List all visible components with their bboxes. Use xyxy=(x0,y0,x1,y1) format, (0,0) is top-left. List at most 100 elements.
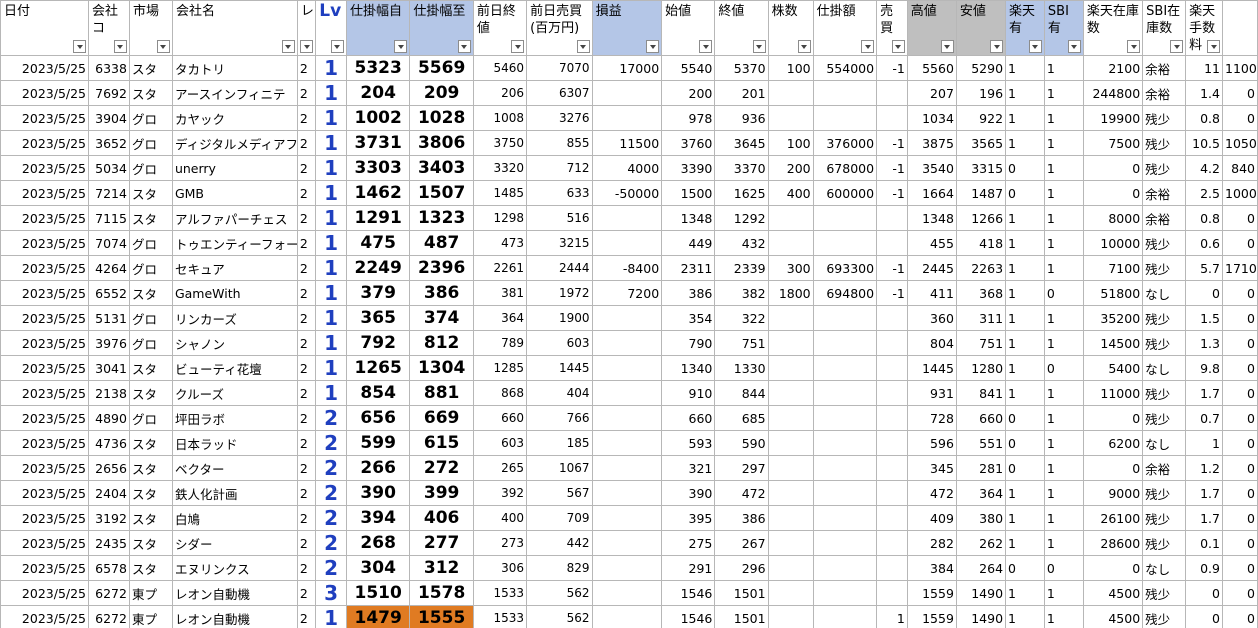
table-cell[interactable]: クルーズ xyxy=(171,380,298,406)
table-cell[interactable] xyxy=(876,230,908,256)
table-cell[interactable]: 残少 xyxy=(1142,230,1187,256)
table-cell[interactable]: 3192 xyxy=(88,505,130,531)
table-cell[interactable]: 206 xyxy=(472,80,528,106)
column-header[interactable]: 損益 xyxy=(591,0,663,56)
table-cell[interactable]: シダー xyxy=(171,530,298,556)
table-cell[interactable] xyxy=(876,330,908,356)
table-cell[interactable] xyxy=(767,555,814,581)
table-cell[interactable]: 2023/5/25 xyxy=(0,105,90,131)
table-cell[interactable]: 6272 xyxy=(88,605,130,628)
table-cell[interactable]: 277 xyxy=(409,530,474,556)
table-cell[interactable]: 1 xyxy=(315,155,347,181)
table-cell[interactable]: 3904 xyxy=(88,105,130,131)
column-header[interactable]: 仕掛幅至 xyxy=(409,0,474,56)
column-header[interactable]: 前日売買(百万円) xyxy=(526,0,593,56)
table-cell[interactable]: 264 xyxy=(955,555,1007,581)
table-cell[interactable]: -1 xyxy=(876,155,908,181)
table-cell[interactable]: 922 xyxy=(955,105,1007,131)
table-cell[interactable]: 1 xyxy=(315,380,347,406)
table-cell[interactable]: トゥエンティーフォー xyxy=(171,230,298,256)
table-cell[interactable]: 0 xyxy=(1185,605,1223,628)
table-cell[interactable]: 7500 xyxy=(1082,130,1144,156)
table-cell[interactable]: スタ xyxy=(128,205,173,231)
table-cell[interactable] xyxy=(767,605,814,628)
table-cell[interactable]: 2023/5/25 xyxy=(0,55,90,81)
table-cell[interactable]: 1291 xyxy=(345,205,411,231)
table-cell[interactable]: 5323 xyxy=(345,55,411,81)
table-cell[interactable]: 2023/5/25 xyxy=(0,580,90,606)
table-cell[interactable]: 残少 xyxy=(1142,155,1187,181)
table-cell[interactable]: 2 xyxy=(296,130,317,156)
column-header[interactable]: 楽天在庫数 xyxy=(1082,0,1144,56)
table-cell[interactable]: 1 xyxy=(1043,405,1084,431)
filter-dropdown-icon[interactable] xyxy=(861,40,875,53)
table-cell[interactable]: 5131 xyxy=(88,305,130,331)
column-header[interactable]: 始値 xyxy=(661,0,716,56)
table-cell[interactable]: 1900 xyxy=(526,305,593,331)
table-cell[interactable]: 207 xyxy=(906,80,957,106)
filter-dropdown-icon[interactable] xyxy=(330,40,344,53)
table-cell[interactable]: 7070 xyxy=(526,55,593,81)
table-cell[interactable]: 0 xyxy=(1005,430,1045,456)
table-cell[interactable]: GameWith xyxy=(171,280,298,306)
table-cell[interactable]: 1 xyxy=(1043,105,1084,131)
table-cell[interactable]: 345 xyxy=(906,455,957,481)
table-cell[interactable]: 東プ xyxy=(128,580,173,606)
table-cell[interactable]: 2 xyxy=(315,555,347,581)
table-cell[interactable]: 0 xyxy=(1222,230,1258,256)
table-cell[interactable]: 829 xyxy=(526,555,593,581)
filter-dropdown-icon[interactable] xyxy=(990,40,1004,53)
table-cell[interactable] xyxy=(876,80,908,106)
table-cell[interactable]: 3215 xyxy=(526,230,593,256)
table-cell[interactable] xyxy=(767,405,814,431)
table-cell[interactable] xyxy=(812,205,878,231)
table-cell[interactable]: 275 xyxy=(661,530,716,556)
table-cell[interactable]: 1 xyxy=(1043,255,1084,281)
table-cell[interactable]: 2 xyxy=(296,530,317,556)
table-cell[interactable]: 2656 xyxy=(88,455,130,481)
table-cell[interactable] xyxy=(876,505,908,531)
table-cell[interactable] xyxy=(876,530,908,556)
table-cell[interactable]: 10000 xyxy=(1082,230,1144,256)
filter-dropdown-icon[interactable] xyxy=(1028,40,1042,53)
table-cell[interactable]: 406 xyxy=(409,505,474,531)
table-cell[interactable]: 東プ xyxy=(128,605,173,628)
table-cell[interactable]: 1578 xyxy=(409,580,474,606)
table-cell[interactable]: 1 xyxy=(315,180,347,206)
table-cell[interactable]: 368 xyxy=(955,280,1007,306)
table-cell[interactable]: 5460 xyxy=(472,55,528,81)
table-cell[interactable]: 1285 xyxy=(472,355,528,381)
table-cell[interactable]: 562 xyxy=(526,605,593,628)
table-cell[interactable]: リンカーズ xyxy=(171,305,298,331)
table-cell[interactable]: 693300 xyxy=(812,255,878,281)
table-cell[interactable]: 3976 xyxy=(88,330,130,356)
table-cell[interactable]: -1 xyxy=(876,130,908,156)
table-cell[interactable]: 1 xyxy=(1005,530,1045,556)
table-cell[interactable]: 1546 xyxy=(661,605,716,628)
table-cell[interactable]: 554000 xyxy=(812,55,878,81)
table-cell[interactable]: 1050 xyxy=(1222,130,1258,156)
table-cell[interactable]: 2 xyxy=(296,555,317,581)
table-cell[interactable]: 2 xyxy=(296,455,317,481)
table-cell[interactable]: 2 xyxy=(296,280,317,306)
table-cell[interactable]: 2023/5/25 xyxy=(0,230,90,256)
table-cell[interactable]: 100 xyxy=(767,130,814,156)
table-cell[interactable]: 0 xyxy=(1222,305,1258,331)
filter-dropdown-icon[interactable] xyxy=(1207,40,1220,53)
table-cell[interactable]: 5290 xyxy=(955,55,1007,81)
table-cell[interactable]: 354 xyxy=(661,305,716,331)
table-cell[interactable] xyxy=(591,455,663,481)
table-cell[interactable]: 1.7 xyxy=(1185,505,1223,531)
table-cell[interactable]: 3806 xyxy=(409,130,474,156)
table-cell[interactable]: 残少 xyxy=(1142,530,1187,556)
table-cell[interactable]: 3540 xyxy=(906,155,957,181)
column-header[interactable]: SBI在庫数 xyxy=(1142,0,1187,56)
table-cell[interactable] xyxy=(812,305,878,331)
table-cell[interactable]: 1 xyxy=(1005,280,1045,306)
table-cell[interactable]: 1 xyxy=(1005,355,1045,381)
table-cell[interactable]: 296 xyxy=(714,555,769,581)
table-cell[interactable] xyxy=(812,430,878,456)
table-cell[interactable]: 455 xyxy=(906,230,957,256)
table-cell[interactable]: 364 xyxy=(472,305,528,331)
table-cell[interactable]: スタ xyxy=(128,380,173,406)
